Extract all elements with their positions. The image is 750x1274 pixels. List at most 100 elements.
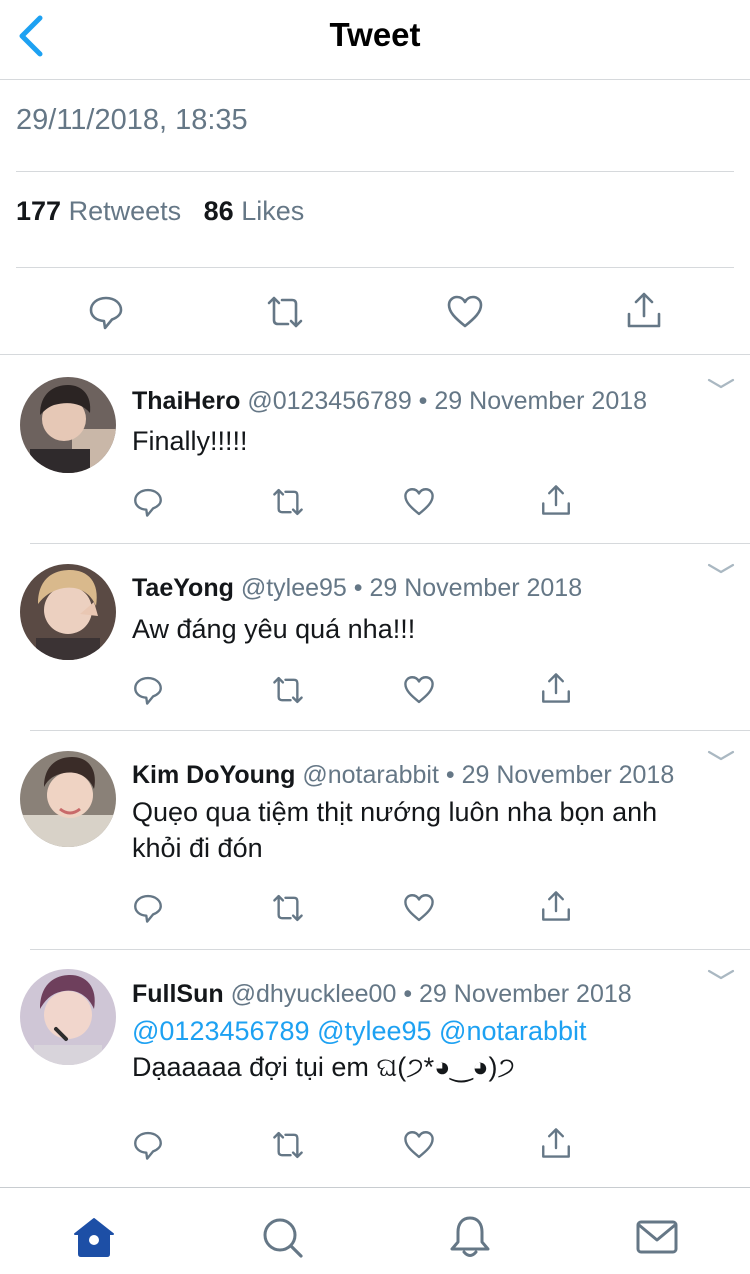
share-icon	[627, 292, 661, 328]
retweet-button[interactable]	[265, 292, 305, 332]
dot-separator: •	[396, 980, 420, 1008]
tab-search[interactable]	[259, 1214, 305, 1260]
retweet-icon	[273, 1131, 303, 1159]
like-icon	[404, 488, 434, 516]
like-button[interactable]	[402, 485, 436, 519]
user-handle[interactable]: @dhyucklee00	[231, 980, 397, 1008]
chevron-down-icon	[707, 563, 735, 574]
reply-icon	[134, 1131, 162, 1160]
avatar[interactable]	[20, 751, 116, 847]
share-button[interactable]	[539, 483, 573, 517]
search-icon	[263, 1218, 303, 1258]
reply-item[interactable]: ThaiHero @0123456789 • 29 November 2018 …	[0, 356, 750, 544]
reply-text: Dạaaaaa đợi tụi em ଘ(੭*◕‿◕)੭	[132, 1052, 515, 1082]
tweet-action-bar	[0, 268, 750, 355]
chevron-down-icon	[707, 969, 735, 980]
avatar[interactable]	[20, 377, 116, 473]
reply-date: 29 November 2018	[434, 387, 648, 415]
reply-meta: Kim DoYoung @notarabbit • 29 November 20…	[132, 761, 674, 790]
more-options-button[interactable]	[706, 561, 736, 577]
reply-meta: ThaiHero @0123456789 • 29 November 2018	[132, 387, 647, 416]
reply-item[interactable]: FullSun @dhyucklee00 • 29 November 2018 …	[0, 950, 750, 1187]
dot-separator: •	[411, 387, 435, 415]
reply-icon	[134, 894, 162, 923]
reply-button[interactable]	[131, 1128, 165, 1162]
retweet-button[interactable]	[271, 485, 305, 519]
reply-text: Aw đáng yêu quá nha!!!	[132, 614, 416, 644]
share-icon	[542, 485, 570, 515]
user-handle[interactable]: @0123456789	[247, 387, 411, 415]
tab-messages[interactable]	[634, 1214, 680, 1260]
reply-date: 29 November 2018	[461, 761, 675, 789]
user-name[interactable]: TaeYong	[132, 574, 234, 602]
reply-date: 29 November 2018	[369, 574, 583, 602]
avatar[interactable]	[20, 969, 116, 1065]
home-icon	[74, 1218, 114, 1257]
retweets-count[interactable]: 177	[16, 196, 61, 226]
more-options-button[interactable]	[706, 376, 736, 392]
user-handle[interactable]: @notarabbit	[302, 761, 439, 789]
user-name[interactable]: Kim DoYoung	[132, 761, 295, 789]
reply-text: Quẹo qua tiệm thịt nướng luôn nha bọn an…	[132, 797, 658, 863]
retweet-button[interactable]	[271, 1128, 305, 1162]
more-options-button[interactable]	[706, 748, 736, 764]
like-button[interactable]	[402, 1128, 436, 1162]
dot-separator: •	[346, 574, 370, 602]
reply-button[interactable]	[131, 891, 165, 925]
likes-count[interactable]: 86	[204, 196, 234, 226]
like-button[interactable]	[402, 673, 436, 707]
reply-button[interactable]	[131, 485, 165, 519]
user-name[interactable]: ThaiHero	[132, 387, 240, 415]
share-button[interactable]	[539, 889, 573, 923]
messages-icon	[636, 1220, 678, 1254]
retweet-icon	[267, 296, 303, 328]
notifications-icon	[450, 1216, 490, 1257]
like-icon	[404, 676, 434, 704]
mention-links[interactable]: @0123456789 @tylee95 @notarabbit	[132, 1013, 692, 1049]
reply-date: 29 November 2018	[419, 980, 632, 1008]
retweets-label[interactable]: Retweets	[69, 196, 182, 226]
likes-label[interactable]: Likes	[241, 196, 304, 226]
chevron-down-icon	[707, 378, 735, 389]
tweet-stats: 177 Retweets 86 Likes	[16, 196, 304, 227]
like-icon	[404, 894, 434, 922]
reply-item[interactable]: TaeYong @tylee95 • 29 November 2018 Aw đ…	[0, 544, 750, 731]
reply-icon	[134, 676, 162, 705]
share-button[interactable]	[539, 1126, 573, 1160]
tab-notifications[interactable]	[447, 1214, 493, 1260]
tab-home[interactable]	[71, 1214, 117, 1260]
reply-text-block: @0123456789 @tylee95 @notarabbit Dạaaaaa…	[132, 1013, 692, 1085]
chevron-down-icon	[707, 750, 735, 761]
page-title: Tweet	[329, 16, 421, 53]
retweet-icon	[273, 488, 303, 516]
user-handle[interactable]: @tylee95	[241, 574, 347, 602]
share-button[interactable]	[539, 671, 573, 705]
dot-separator: •	[438, 761, 462, 789]
reply-button[interactable]	[86, 292, 126, 332]
reply-meta: TaeYong @tylee95 • 29 November 2018	[132, 574, 582, 603]
retweet-button[interactable]	[271, 673, 305, 707]
retweet-button[interactable]	[271, 891, 305, 925]
reply-icon	[134, 488, 162, 517]
divider	[16, 171, 734, 172]
avatar[interactable]	[20, 564, 116, 660]
reply-icon	[89, 296, 123, 330]
share-icon	[542, 673, 570, 703]
user-name[interactable]: FullSun	[132, 980, 224, 1008]
reply-text: Finally!!!!!	[132, 426, 248, 456]
tweet-timestamp: 29/11/2018, 18:35	[16, 104, 248, 136]
retweet-icon	[273, 894, 303, 922]
bottom-tab-bar	[0, 1187, 750, 1274]
more-options-button[interactable]	[706, 967, 736, 983]
reply-button[interactable]	[131, 673, 165, 707]
reply-meta: FullSun @dhyucklee00 • 29 November 2018	[132, 980, 632, 1009]
share-button[interactable]	[624, 290, 664, 330]
like-button[interactable]	[445, 292, 485, 332]
reply-item[interactable]: Kim DoYoung @notarabbit • 29 November 20…	[0, 731, 750, 950]
top-nav-bar: Tweet	[0, 0, 750, 80]
retweet-icon	[273, 676, 303, 704]
like-icon	[404, 1131, 434, 1159]
like-icon	[447, 295, 483, 328]
share-icon	[542, 891, 570, 921]
like-button[interactable]	[402, 891, 436, 925]
